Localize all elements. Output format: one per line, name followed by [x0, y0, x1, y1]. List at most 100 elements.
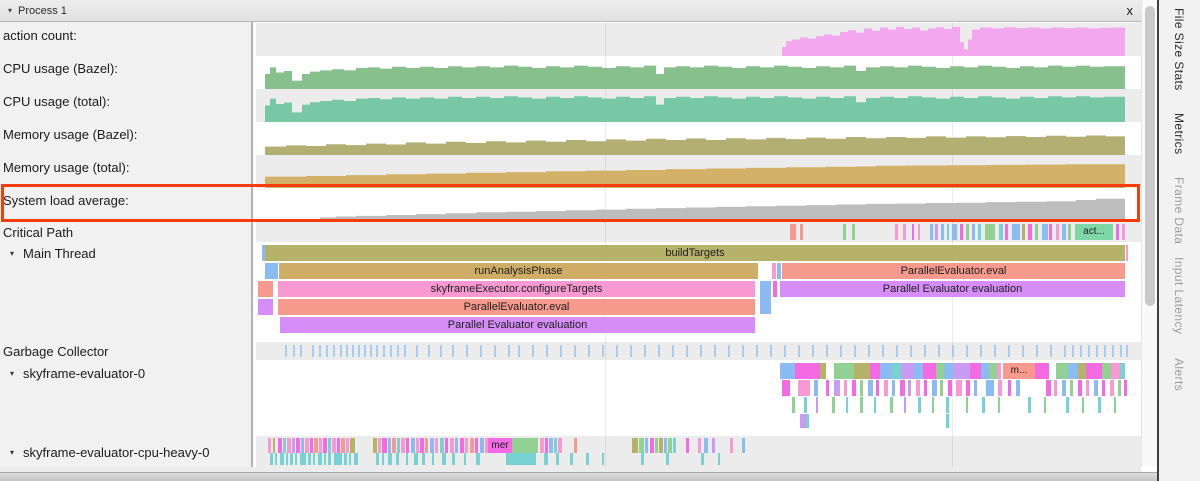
trace-event-block[interactable] [1042, 224, 1048, 240]
trace-event-block[interactable] [904, 397, 906, 413]
trace-event-block[interactable] [265, 263, 278, 279]
event-tick[interactable] [1022, 345, 1024, 357]
trace-event-block[interactable] [1054, 380, 1057, 396]
event-tick[interactable] [938, 345, 940, 357]
counter-chart-action-count[interactable] [256, 23, 1141, 56]
trace-event-block[interactable] [308, 453, 311, 465]
trace-event-block[interactable] [645, 438, 648, 453]
trace-event-block[interactable] [1035, 363, 1049, 379]
event-tick[interactable] [714, 345, 716, 357]
trace-event-block[interactable] [512, 438, 538, 453]
trace-event-block[interactable] [273, 438, 275, 453]
trace-event-block[interactable] [258, 299, 273, 315]
trace-event-block[interactable] [558, 438, 562, 453]
event-tick[interactable] [285, 345, 287, 357]
trace-event-block[interactable] [701, 453, 704, 465]
trace-event-block[interactable] [985, 224, 995, 240]
trace-event-block[interactable] [1012, 224, 1020, 240]
trace-span[interactable]: runAnalysisPhase [279, 263, 758, 279]
trace-event-block[interactable] [476, 453, 480, 465]
sidebar-tab-file-size-stats[interactable]: File Size Stats [1172, 8, 1186, 91]
trace-span[interactable]: buildTargets [265, 245, 1125, 261]
trace-event-block[interactable] [718, 453, 720, 465]
trace-event-block[interactable] [795, 363, 820, 379]
event-tick[interactable] [966, 345, 968, 357]
trace-event-block[interactable] [1062, 380, 1066, 396]
trace-event-block[interactable] [655, 438, 658, 453]
trace-event-block[interactable] [792, 397, 795, 413]
track-label-skyframe-evaluator-cpu-heavy-0[interactable]: ▾skyframe-evaluator-cpu-heavy-0 [10, 445, 209, 460]
event-tick[interactable] [826, 345, 828, 357]
trace-event-block[interactable] [420, 438, 424, 453]
trace-event-block[interactable] [406, 438, 409, 453]
event-tick[interactable] [518, 345, 520, 357]
event-tick[interactable] [630, 345, 632, 357]
trace-event-block[interactable] [798, 380, 810, 396]
trace-event-block[interactable] [506, 453, 536, 465]
trace-event-block[interactable] [1120, 363, 1125, 379]
event-tick[interactable] [1050, 345, 1052, 357]
trace-event-block[interactable] [895, 224, 898, 240]
event-tick[interactable] [770, 345, 772, 357]
trace-event-block[interactable] [854, 363, 870, 379]
trace-event-block[interactable] [1078, 380, 1082, 396]
trace-event-block[interactable] [350, 438, 355, 453]
trace-event-block[interactable] [860, 397, 863, 413]
event-tick[interactable] [658, 345, 660, 357]
trace-event-block[interactable] [790, 224, 796, 240]
trace-event-block[interactable] [1094, 380, 1098, 396]
trace-event-block[interactable] [349, 453, 351, 465]
trace-event-block[interactable] [305, 438, 309, 453]
event-tick[interactable] [854, 345, 856, 357]
trace-event-block[interactable] [936, 363, 944, 379]
trace-event-block[interactable] [843, 224, 846, 240]
event-tick[interactable] [896, 345, 898, 357]
trace-event-block[interactable] [944, 363, 953, 379]
trace-event-block[interactable] [941, 224, 944, 240]
event-tick[interactable] [333, 345, 335, 357]
trace-span[interactable]: mer [488, 438, 512, 453]
trace-event-block[interactable] [806, 414, 809, 428]
trace-event-block[interactable] [668, 438, 672, 453]
trace-event-block[interactable] [1049, 224, 1052, 240]
trace-event-block[interactable] [900, 380, 905, 396]
event-tick[interactable] [686, 345, 688, 357]
event-tick[interactable] [574, 345, 576, 357]
counter-area-cpu-bazel[interactable] [256, 56, 1141, 89]
counter-area-cpu-total[interactable] [256, 89, 1141, 122]
trace-event-block[interactable] [544, 453, 548, 465]
trace-span[interactable]: Parallel Evaluator evaluation [280, 317, 755, 333]
trace-event-block[interactable] [664, 438, 667, 453]
event-tick[interactable] [994, 345, 996, 357]
event-tick[interactable] [644, 345, 646, 357]
event-tick[interactable] [326, 345, 328, 357]
trace-event-block[interactable] [422, 453, 425, 465]
trace-event-block[interactable] [445, 438, 448, 453]
trace-event-block[interactable] [1066, 397, 1069, 413]
trace-event-block[interactable] [570, 453, 573, 465]
trace-event-block[interactable] [686, 438, 689, 453]
trace-event-block[interactable] [918, 224, 920, 240]
trace-event-block[interactable] [782, 380, 790, 396]
event-tick[interactable] [952, 345, 954, 357]
trace-event-block[interactable] [966, 380, 970, 396]
trace-event-block[interactable] [908, 380, 911, 396]
trace-event-block[interactable] [876, 380, 879, 396]
trace-event-block[interactable] [435, 438, 438, 453]
trace-event-block[interactable] [324, 453, 326, 465]
event-tick[interactable] [352, 345, 354, 357]
trace-event-block[interactable] [470, 438, 474, 453]
process-header[interactable]: ▾ Process 1 x [0, 0, 1141, 22]
trace-event-block[interactable] [981, 363, 989, 379]
trace-event-block[interactable] [268, 438, 271, 453]
trace-event-block[interactable] [465, 438, 468, 453]
event-tick[interactable] [742, 345, 744, 357]
trace-event-block[interactable] [923, 363, 936, 379]
trace-event-block[interactable] [970, 363, 981, 379]
event-tick[interactable] [1088, 345, 1090, 357]
trace-event-block[interactable] [460, 438, 464, 453]
event-tick[interactable] [1096, 345, 1098, 357]
trace-event-block[interactable] [974, 380, 977, 396]
event-tick[interactable] [480, 345, 482, 357]
event-tick[interactable] [416, 345, 418, 357]
